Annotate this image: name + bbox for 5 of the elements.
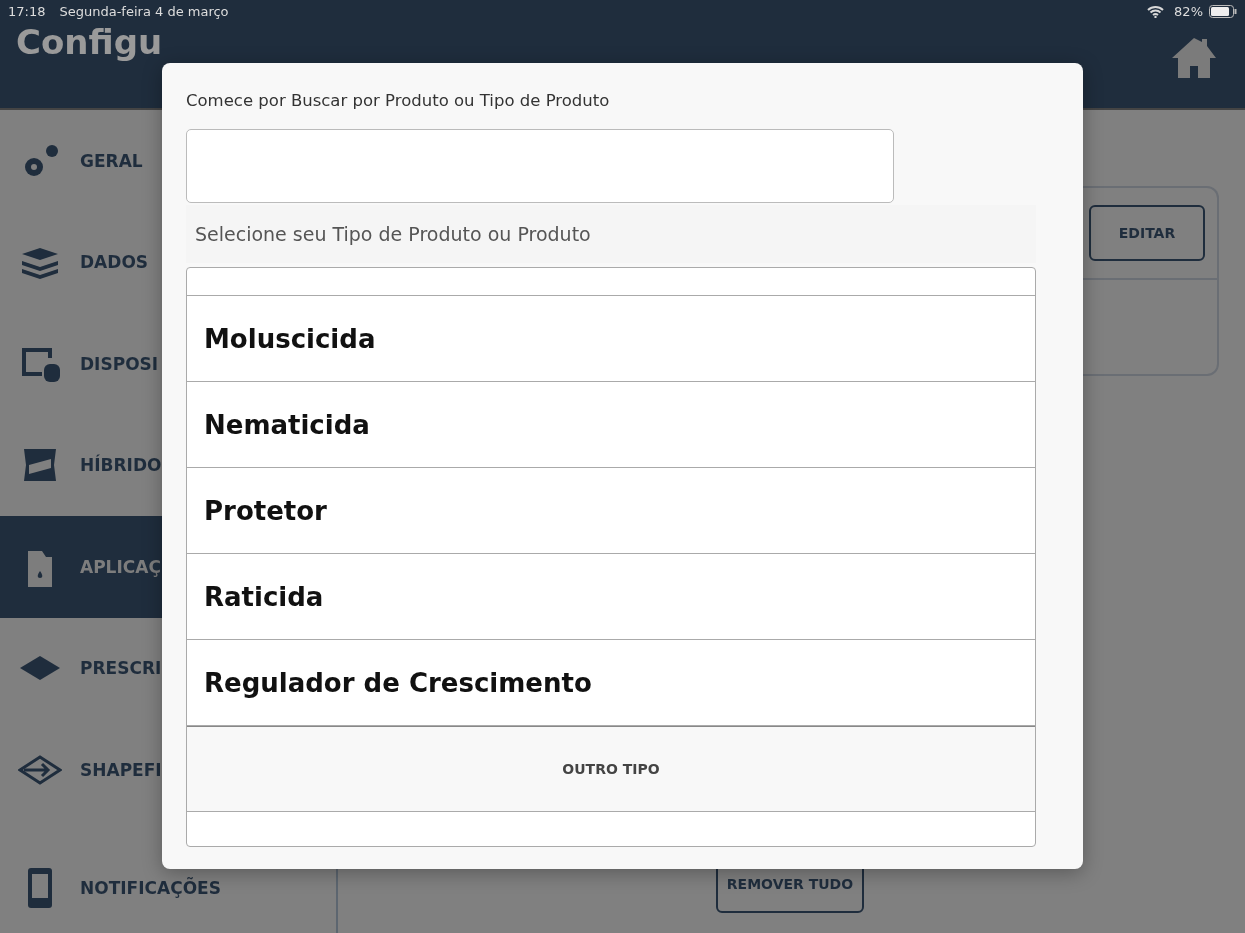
status-date: Segunda-feira 4 de março [59,3,229,19]
page-title: Configu [16,22,163,62]
status-time: 17:18 [8,3,46,19]
battery-percent: 82% [1174,3,1203,19]
search-label: Comece por Buscar por Produto ou Tipo de Produto [186,91,611,110]
